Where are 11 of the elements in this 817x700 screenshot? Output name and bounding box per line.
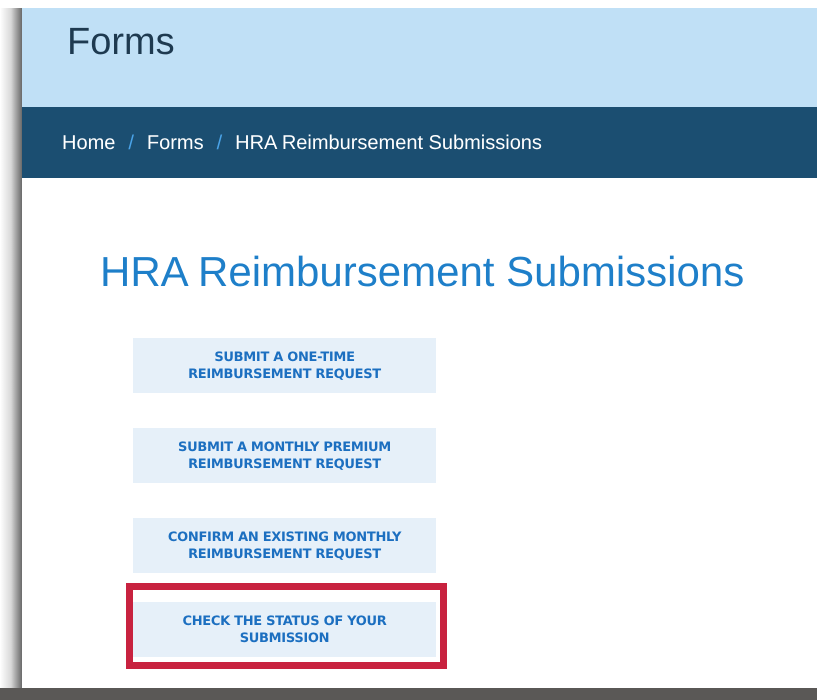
breadcrumb-separator: / xyxy=(128,130,134,156)
page-title: HRA Reimbursement Submissions xyxy=(100,247,744,297)
form-action-button[interactable]: CHECK THE STATUS OF YOUR SUBMISSION xyxy=(133,602,436,657)
form-action-button[interactable]: CONFIRM AN EXISTING MONTHLY REIMBURSEMENT REQUEST xyxy=(133,518,436,573)
breadcrumb-separator: / xyxy=(216,130,222,156)
header-title: Forms xyxy=(67,20,175,65)
form-action-button[interactable]: SUBMIT A ONE-TIME REIMBURSEMENT REQUEST xyxy=(133,338,436,393)
form-action-button[interactable]: SUBMIT A MONTHLY PREMIUM REIMBURSEMENT REQUEST xyxy=(133,428,436,483)
breadcrumb-link[interactable]: Forms xyxy=(146,128,204,158)
breadcrumb-current: HRA Reimbursement Submissions xyxy=(235,130,542,156)
breadcrumb-link[interactable]: Home xyxy=(62,128,116,158)
